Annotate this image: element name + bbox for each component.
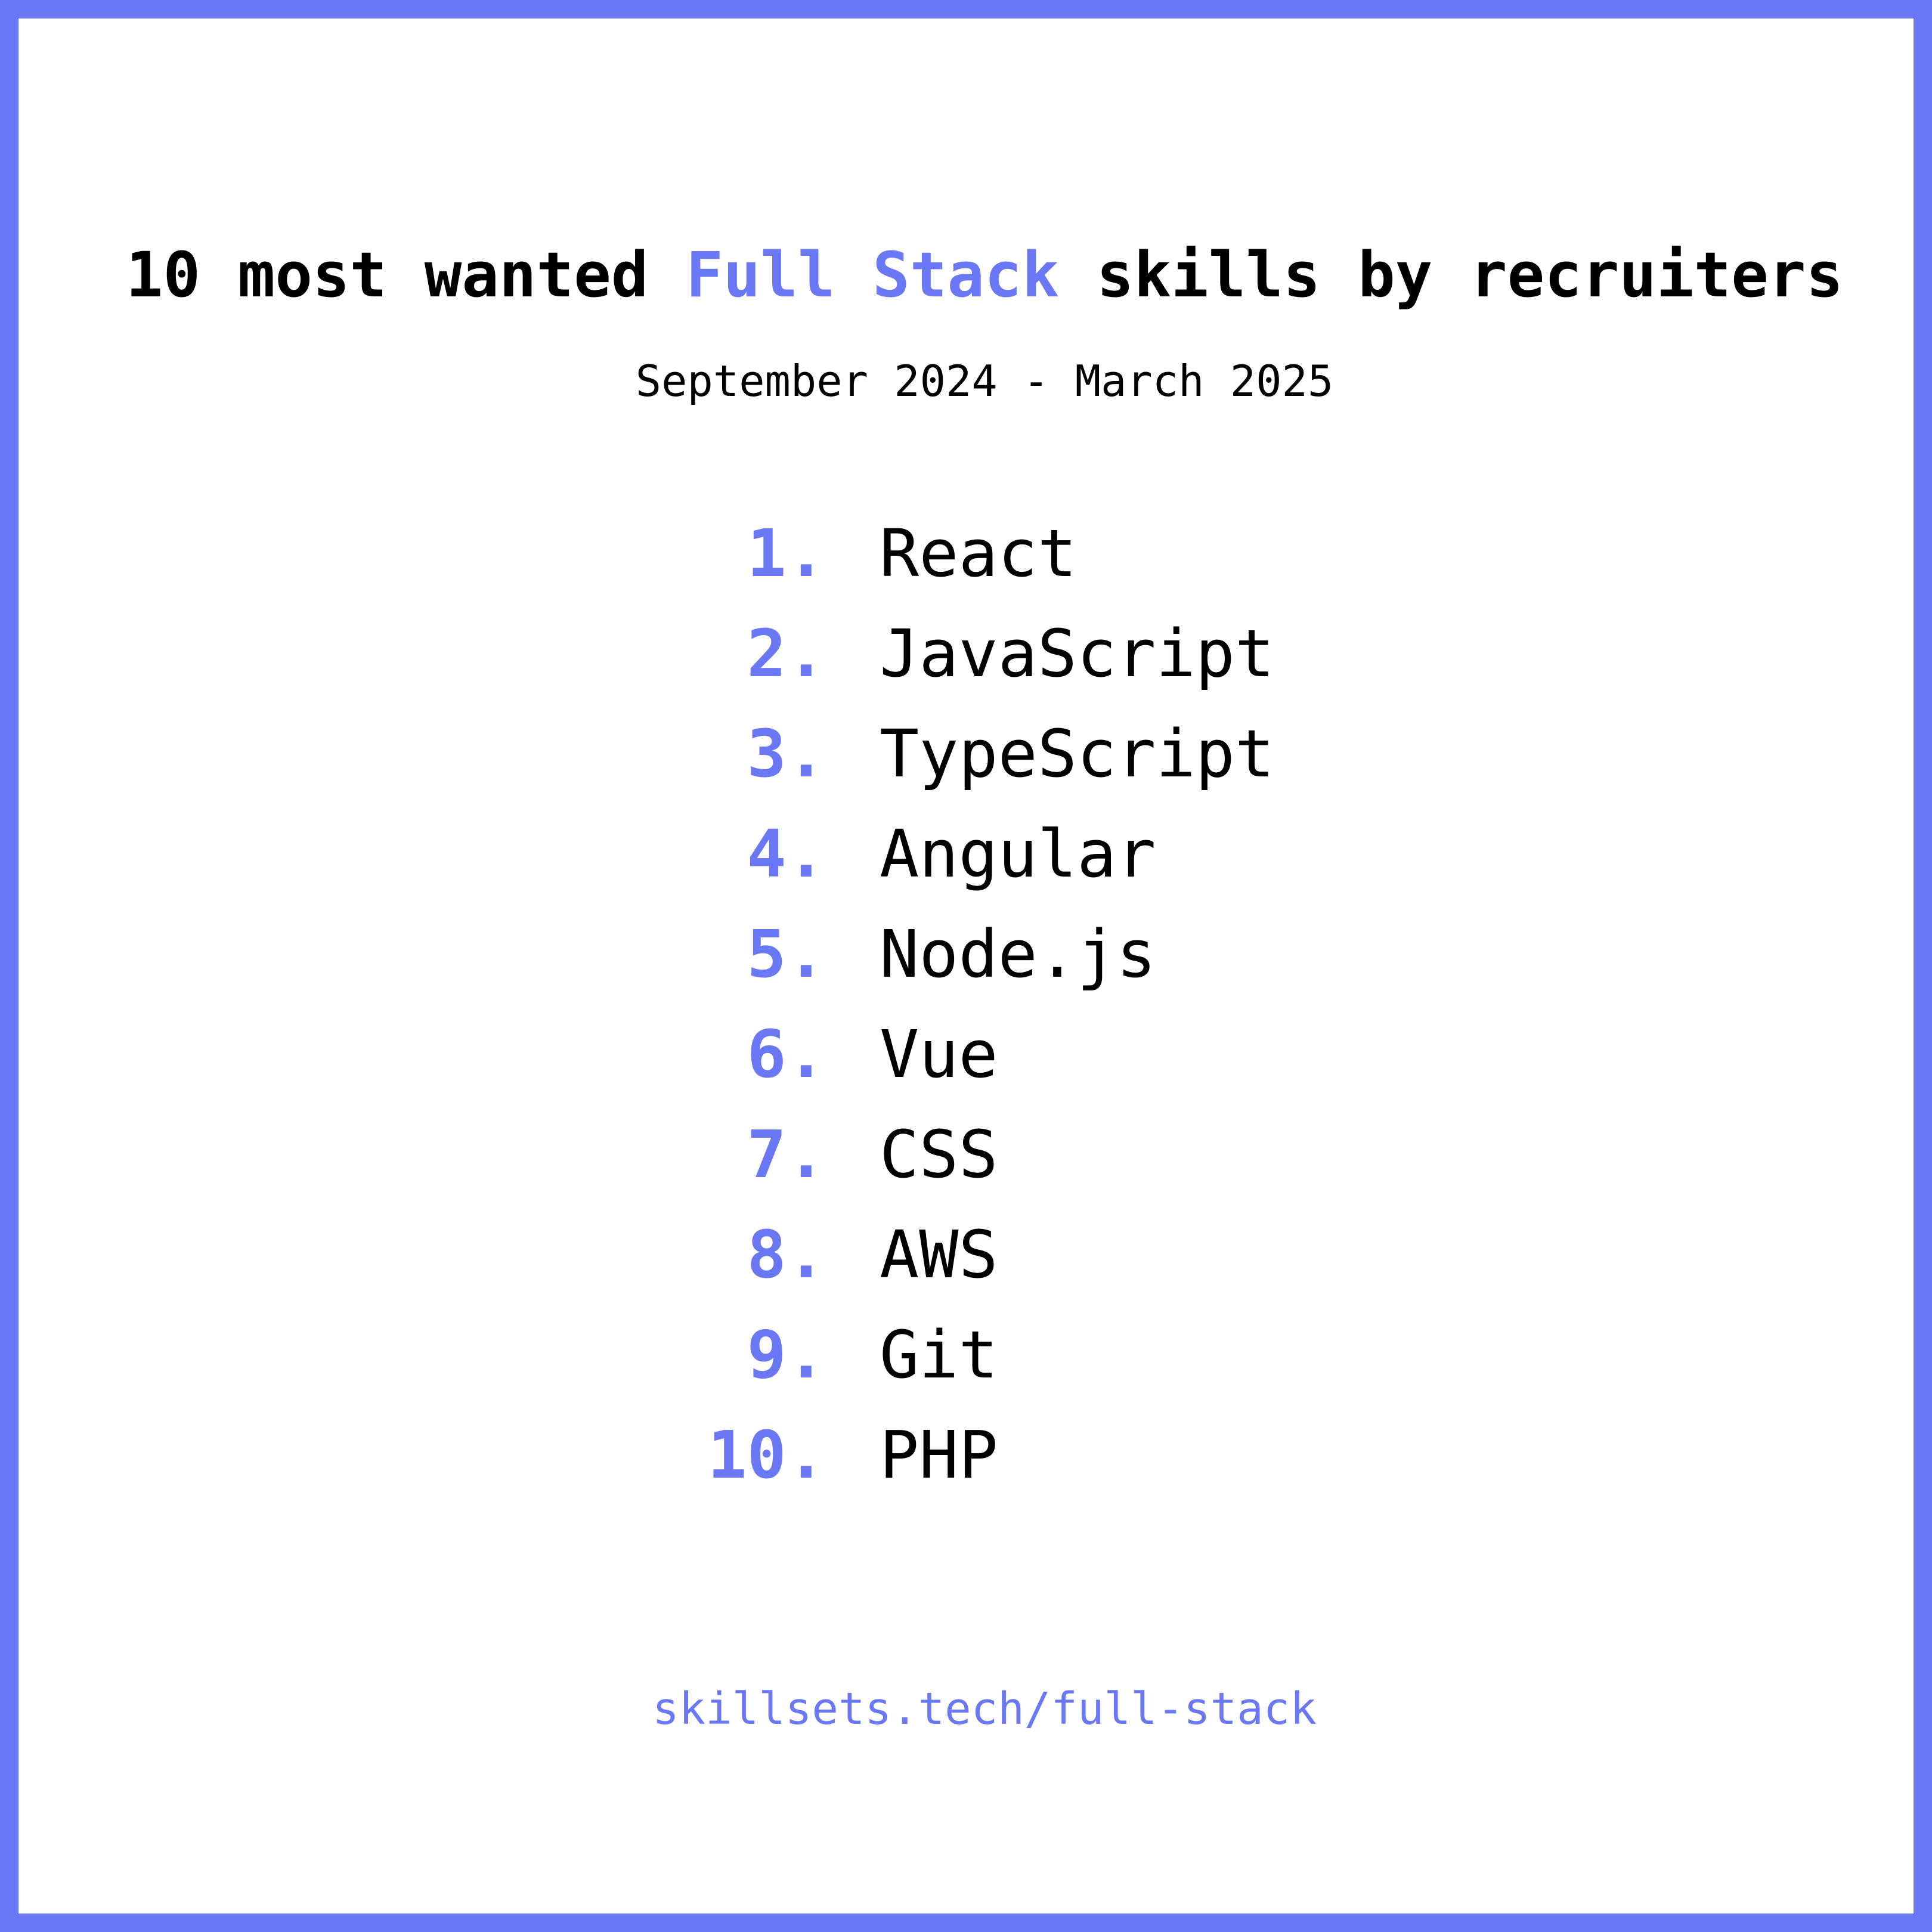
skill-name: React (880, 515, 1078, 592)
skill-name: Node.js (880, 916, 1156, 992)
source-url-link[interactable]: skillsets.tech/full-stack (18, 1682, 1932, 1736)
list-item: 5. Node.js (639, 915, 1414, 1015)
list-item: 4. Angular (639, 815, 1414, 915)
rank-number: 9. (747, 1317, 826, 1393)
list-item: 9. Git (639, 1316, 1414, 1416)
rank-number: 10. (707, 1417, 826, 1493)
page-frame: 10 most wanted Full Stack skills by recr… (0, 0, 1932, 1932)
skill-name: Angular (880, 816, 1156, 892)
list-item: 2. JavaScript (639, 615, 1414, 715)
rank-number: 1. (747, 515, 826, 592)
list-item: 1. React (639, 515, 1414, 615)
list-item: 7. CSS (639, 1116, 1414, 1216)
rank-number: 5. (747, 916, 826, 992)
rank-number: 2. (747, 615, 826, 692)
skill-name: PHP (880, 1417, 998, 1493)
list-item: 3. TypeScript (639, 715, 1414, 815)
rank-number: 6. (747, 1016, 826, 1092)
rank-number: 7. (747, 1116, 826, 1193)
rank-number: 3. (747, 716, 826, 792)
skill-name: JavaScript (880, 615, 1275, 692)
title-highlight: Full Stack (686, 239, 1060, 311)
list-item: 6. Vue (639, 1015, 1414, 1116)
skill-name: AWS (880, 1216, 998, 1293)
list-item: 10. PHP (639, 1416, 1414, 1516)
title-suffix: skills by recruiters (1059, 239, 1844, 311)
rank-number: 8. (747, 1216, 826, 1293)
page-title: 10 most wanted Full Stack skills by recr… (18, 239, 1932, 311)
title-prefix: 10 most wanted (125, 239, 686, 311)
skill-name: TypeScript (880, 716, 1275, 792)
skill-name: CSS (880, 1116, 998, 1193)
skill-name: Git (880, 1317, 998, 1393)
rank-number: 4. (747, 816, 826, 892)
date-range-subtitle: September 2024 - March 2025 (635, 356, 1334, 406)
skill-name: Vue (880, 1016, 998, 1092)
list-item: 8. AWS (639, 1216, 1414, 1316)
